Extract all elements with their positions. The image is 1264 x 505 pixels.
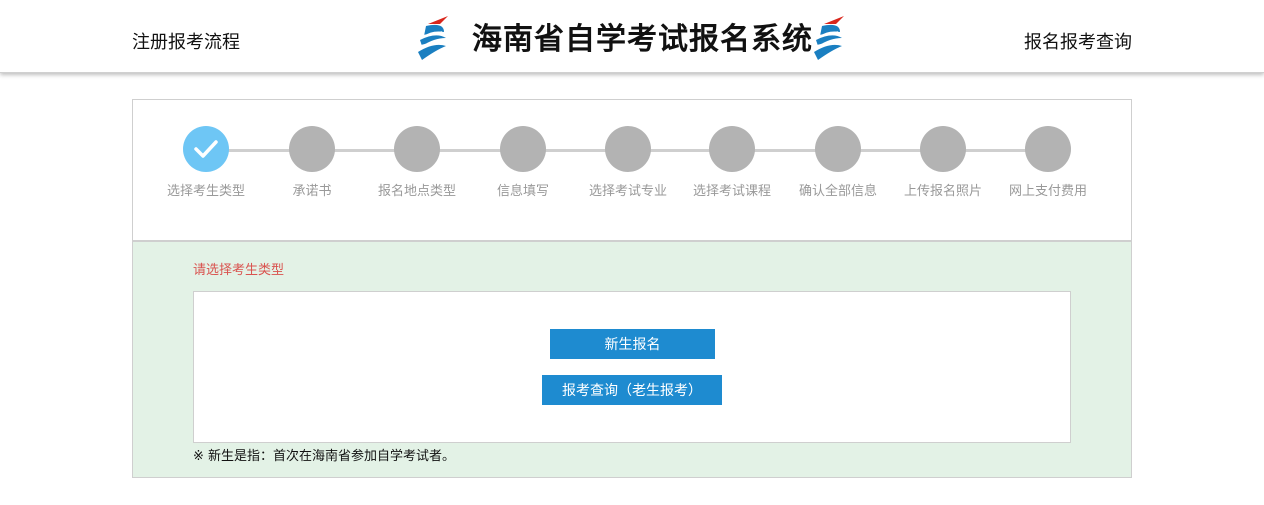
registration-query-link[interactable]: 报名报考查询 [1024,31,1132,55]
step-dot [920,126,966,172]
registration-process-link[interactable]: 注册报考流程 [132,31,240,55]
step-label: 选择考生类型 [166,184,245,199]
step-label: 报名地点类型 [377,184,456,199]
step-dot [500,126,546,172]
step-dot [394,126,440,172]
step-4: 信息填写 [463,126,583,199]
new-candidate-note: ※ 新生是指：首次在海南省参加自学考试者。 [193,449,456,464]
top-header: 注册报考流程 海南省自学考试报名系统 报名报考查询 [0,0,1264,73]
step-label: 上传报名照片 [903,184,982,199]
step-label: 选择考试专业 [588,184,667,199]
site-title: 海南省自学考试报名系统 [472,22,813,57]
checkmark-icon [194,140,218,158]
step-dot [709,126,755,172]
step-dot [289,126,335,172]
step-1: 选择考生类型 [146,126,266,199]
step-label: 网上支付费用 [1008,184,1087,199]
step-dot [815,126,861,172]
progress-steps: 选择考生类型 承诺书 报名地点类型 信息填写 选择考试专业 选择考试课程 确认全… [133,100,1131,242]
step-8: 上传报名照片 [883,126,1003,199]
hainan-exam-logo-icon [814,16,844,60]
hainan-exam-logo-icon [418,16,448,60]
step-label: 确认全部信息 [798,184,877,199]
registration-panel: 选择考生类型 承诺书 报名地点类型 信息填写 选择考试专业 选择考试课程 确认全… [132,99,1132,478]
step-dot [1025,126,1071,172]
registration-query-button[interactable]: 报考查询（老生报考） [542,375,722,405]
step-6: 选择考试课程 [672,126,792,199]
step-label: 承诺书 [292,184,332,199]
step-label: 选择考试课程 [692,184,771,199]
step-dot [605,126,651,172]
new-registration-button[interactable]: 新生报名 [550,329,715,359]
step-5: 选择考试专业 [568,126,688,199]
step-complete-dot [183,126,229,172]
step-9: 网上支付费用 [988,126,1108,199]
section-prompt: 请选择考生类型 [193,263,285,278]
step-label: 信息填写 [496,184,549,199]
step-2: 承诺书 [252,126,372,199]
choice-box: 新生报名 报考查询（老生报考） [193,291,1071,443]
step-7: 确认全部信息 [778,126,898,199]
brand: 海南省自学考试报名系统 [414,12,854,66]
candidate-type-section: 请选择考生类型 新生报名 报考查询（老生报考） ※ 新生是指：首次在海南省参加自… [133,242,1131,477]
step-3: 报名地点类型 [357,126,477,199]
